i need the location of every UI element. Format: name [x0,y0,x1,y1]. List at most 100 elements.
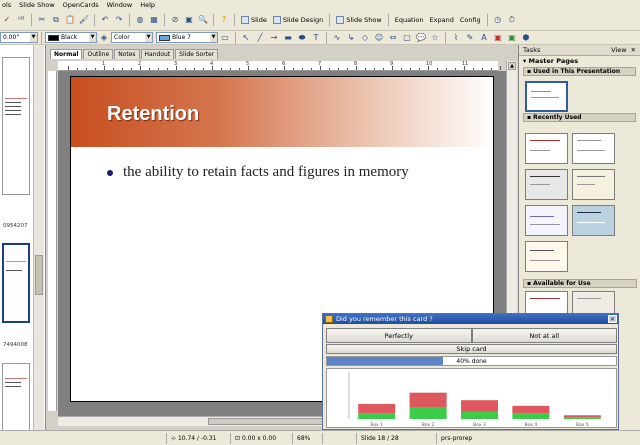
zoom-icon[interactable]: 🔍 [197,14,209,26]
available-for-use-header[interactable]: ▪ Available for Use [523,279,637,288]
horizontal-ruler[interactable]: 1 2 3 4 5 6 7 8 9 10 11 [58,61,600,71]
ruler-tick [419,68,420,70]
fill-color-select[interactable]: Blue 7 ▼ [156,32,218,43]
gallery-icon[interactable]: ▣ [506,32,518,44]
stars-icon[interactable]: ☆ [429,32,441,44]
basic-shapes-icon[interactable]: ◇ [359,32,371,44]
timer-icon[interactable]: ◷ [492,14,504,26]
master-page-thumbnail[interactable] [525,241,568,272]
scroll-thumb[interactable] [35,255,43,295]
ruler-tick [149,68,150,70]
master-page-thumbnail[interactable] [525,133,568,164]
menu-opencards[interactable]: OpenCards [63,1,99,9]
close-icon[interactable]: ✕ [631,46,636,54]
menu-slide-show[interactable]: Slide Show [19,1,54,9]
config-button[interactable]: Config [460,16,481,24]
expand-button[interactable]: Expand [430,16,454,24]
glue-icon[interactable]: ✎ [464,32,476,44]
tab-normal[interactable]: Normal [50,49,83,59]
vertical-ruler[interactable] [48,71,57,411]
recently-used-header[interactable]: ▪ Recently Used [523,113,636,122]
rectangle-icon[interactable]: ▬ [282,32,294,44]
autospell-icon[interactable]: ᴬᴮ [15,14,27,26]
toolbar-separator [213,13,214,26]
toolbar-separator [164,13,165,26]
slide-number: 7494008 [3,342,28,348]
equation-button[interactable]: Equation [395,16,424,24]
not-at-all-button[interactable]: Not at all [471,328,617,343]
gallery-icon[interactable]: ▣ [183,14,195,26]
tab-notes[interactable]: Notes [114,49,140,59]
tab-handout[interactable]: Handout [140,49,175,59]
slide-thumbnail-selected[interactable] [2,243,30,323]
redo-icon[interactable]: ↷ [113,14,125,26]
new-slide-icon [241,15,249,24]
slide-design-button[interactable]: Slide Design [272,15,323,24]
slide-title[interactable]: Retention [107,103,199,126]
shadow-icon[interactable]: ▭ [219,32,231,44]
curve-icon[interactable]: ∿ [331,32,343,44]
view-menu[interactable]: View [611,46,626,54]
undo-icon[interactable]: ↶ [99,14,111,26]
symbol-shapes-icon[interactable]: ☺ [373,32,385,44]
fontwork-icon[interactable]: A [478,32,490,44]
menu-window[interactable]: Window [107,1,133,9]
status-zoom[interactable]: 68% [292,432,322,444]
tab-slide-sorter[interactable]: Slide Sorter [175,49,219,59]
bar-box-2-s0 [409,392,447,408]
master-page-thumbnail[interactable] [572,169,615,200]
line-icon[interactable]: ╱ [254,32,266,44]
arrow-line-icon[interactable]: → [268,32,280,44]
ruler-tick [221,68,222,70]
master-page-thumbnail[interactable] [572,133,615,164]
table-icon[interactable]: ▦ [148,14,160,26]
line-width-field[interactable]: 0.00" ▼ [0,32,38,43]
used-in-presentation-header[interactable]: ▪ Used in This Presentation [523,67,636,76]
bullet-item[interactable]: the ability to retain facts and figures … [107,164,409,181]
text-icon[interactable]: T [310,32,322,44]
navigator-icon[interactable]: ⊘ [169,14,181,26]
master-pages-section[interactable]: ▾ Master Pages [519,56,640,66]
master-page-thumbnail[interactable] [525,169,568,200]
copy-icon[interactable]: ⧉ [50,14,62,26]
from-file-icon[interactable]: ▣ [492,32,504,44]
area-fill-icon[interactable]: ◈ [98,32,110,44]
tab-outline[interactable]: Outline [83,49,114,59]
fill-mode-select[interactable]: Color ▼ [111,32,153,43]
perfectly-button[interactable]: Perfectly [326,328,472,343]
select-arrow-icon[interactable]: ↖ [240,32,252,44]
format-paintbrush-icon[interactable]: 🖌 [78,14,90,26]
block-arrows-icon[interactable]: ⇔ [387,32,399,44]
ruler-tick [329,68,330,70]
slide-show-button[interactable]: Slide Show [336,15,382,24]
cut-icon[interactable]: ✂ [36,14,48,26]
menu-tools[interactable]: ols [2,1,11,9]
slide-button[interactable]: Slide [241,15,267,24]
dialog-title-bar[interactable]: Did you remember this card ? ✕ [323,314,618,324]
status-spacer [0,433,166,444]
skip-card-button[interactable]: Skip card [326,344,617,354]
ellipse-icon[interactable]: ⬬ [296,32,308,44]
callouts-icon[interactable]: 💬 [415,32,427,44]
points-icon[interactable]: ⌇ [450,32,462,44]
clock-icon[interactable]: ⏱ [506,14,518,26]
chart-icon[interactable]: ◍ [134,14,146,26]
close-icon[interactable]: ✕ [608,315,617,323]
master-page-thumbnail[interactable] [525,205,568,236]
help-icon[interactable]: ? [218,14,230,26]
line-color-select[interactable]: Black ▼ [45,32,97,43]
flowchart-icon[interactable]: ▢ [401,32,413,44]
connector-icon[interactable]: ↳ [345,32,357,44]
menu-help[interactable]: Help [140,1,155,9]
slide-thumbnail[interactable] [2,363,30,430]
paste-icon[interactable]: 📋 [64,14,76,26]
spellcheck-icon[interactable]: ✓ [1,14,13,26]
master-page-thumbnail[interactable] [525,81,568,112]
extrusion-icon[interactable]: ⬢ [520,32,532,44]
ruler-tick [239,68,240,70]
toolbar-separator [129,13,130,26]
master-page-thumbnail[interactable] [572,205,615,236]
slides-pane-scrollbar[interactable] [33,45,44,430]
scroll-up-icon[interactable]: ▲ [508,62,516,70]
slide-thumbnail[interactable] [2,57,30,195]
